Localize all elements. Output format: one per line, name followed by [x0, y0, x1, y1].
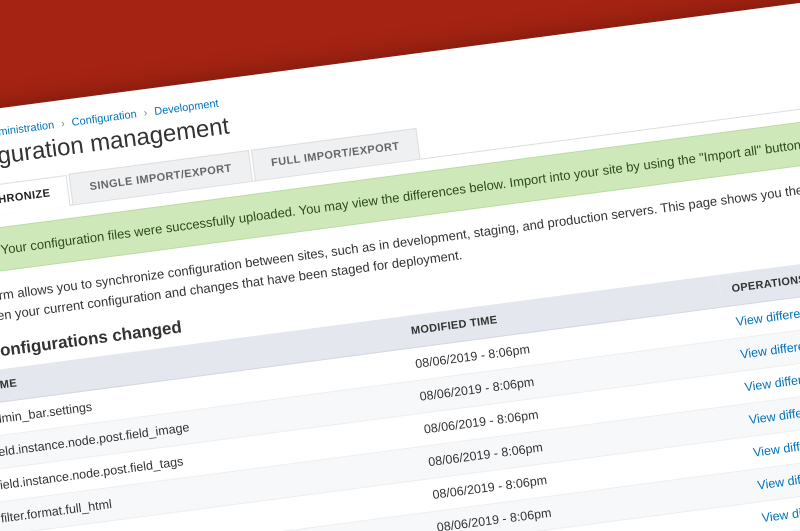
view-differences-link[interactable]: View differences	[752, 434, 800, 460]
breadcrumb-sep: ›	[60, 118, 65, 130]
view-differences-link[interactable]: View differences	[761, 499, 800, 525]
app-window: Home › Administration › Configuration › …	[0, 0, 800, 531]
view-differences-link[interactable]: View differences	[744, 368, 800, 394]
view-differences-link[interactable]: View differences	[757, 467, 800, 493]
tab-full-import-export[interactable]: FULL IMPORT/EXPORT	[250, 128, 420, 181]
view-differences-link[interactable]: View differences	[739, 336, 800, 362]
breadcrumb-sep: ›	[143, 107, 148, 119]
view-differences-link[interactable]: View differences	[735, 303, 800, 329]
tab-synchronize[interactable]: SYNCHRONIZE	[0, 175, 71, 222]
view-differences-link[interactable]: View differences	[748, 401, 800, 427]
tab-single-import-export[interactable]: SINGLE IMPORT/EXPORT	[69, 150, 253, 204]
